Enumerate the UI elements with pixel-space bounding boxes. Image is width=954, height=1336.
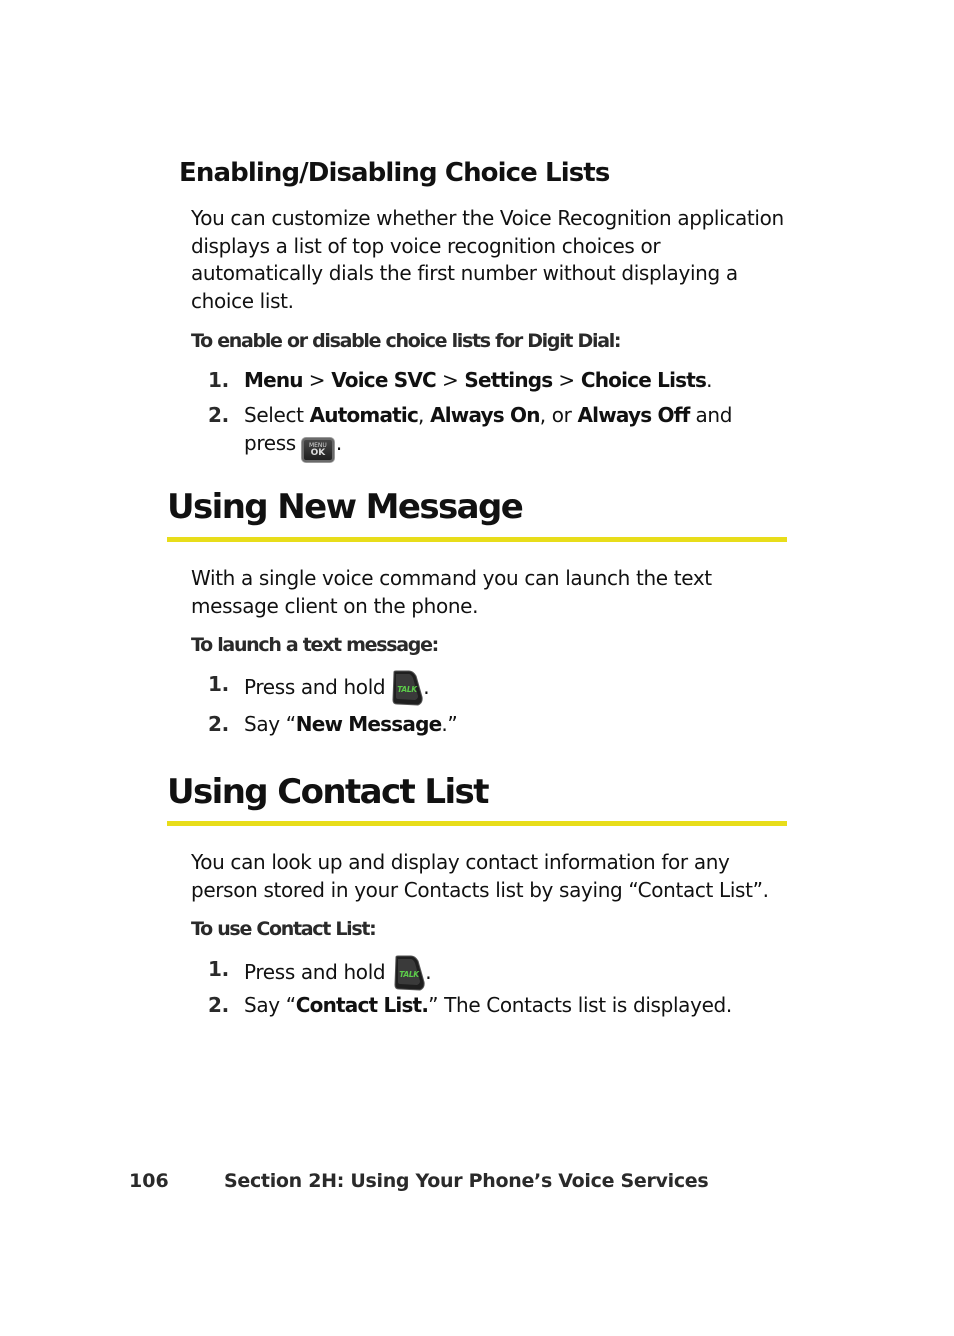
menu-path-item: Settings bbox=[464, 368, 553, 392]
contact-list-description: You can look up and display contact info… bbox=[191, 849, 801, 904]
talk-key-label: TALK bbox=[399, 970, 420, 979]
step-text: ” The Contacts list is displayed. bbox=[428, 993, 732, 1017]
heading-rule bbox=[167, 537, 787, 542]
voice-command: Contact List. bbox=[295, 993, 429, 1017]
talk-key-icon: TALK bbox=[391, 670, 423, 706]
menu-path-item: Voice SVC bbox=[331, 368, 437, 392]
paragraph-line: You can customize whether the Voice Reco… bbox=[191, 206, 784, 230]
paragraph-line: automatically dials the first number wit… bbox=[191, 261, 738, 286]
footer-section-title: Section 2H: Using Your Phone’s Voice Ser… bbox=[224, 1170, 709, 1192]
step-number: 2. bbox=[208, 403, 229, 427]
talk-key-icon: TALK bbox=[393, 955, 425, 991]
new-message-description: With a single voice command you can laun… bbox=[191, 565, 801, 620]
option-always-on: Always On bbox=[430, 403, 540, 427]
punctuation: , bbox=[418, 403, 431, 427]
step-2-select-option: 2. Select Automatic, Always On, or Always… bbox=[208, 401, 732, 462]
section-heading-contact-list: Using Contact List bbox=[167, 772, 489, 812]
path-separator: > bbox=[308, 368, 326, 392]
step-text: press bbox=[244, 431, 296, 455]
paragraph-line: displays a list of top voice recognition… bbox=[191, 233, 661, 258]
key-label: OK bbox=[310, 448, 326, 458]
procedure-title-digit-dial: To enable or disable choice lists for Di… bbox=[191, 330, 622, 352]
subsection-heading-choice-lists: Enabling/Disabling Choice Lists bbox=[179, 158, 610, 188]
step-text: and bbox=[689, 403, 733, 427]
path-separator: > bbox=[441, 368, 459, 392]
menu-ok-key-icon: MENU OK bbox=[301, 438, 334, 462]
punctuation: . bbox=[425, 960, 432, 984]
step-number: 1. bbox=[208, 957, 229, 981]
paragraph-line: With a single voice command you can laun… bbox=[191, 566, 712, 590]
page-number: 106 bbox=[129, 1170, 169, 1192]
option-always-off: Always Off bbox=[577, 403, 691, 427]
procedure-title-contact-list: To use Contact List: bbox=[191, 918, 377, 940]
paragraph-line: choice list. bbox=[191, 288, 294, 313]
choice-lists-description: You can customize whether the Voice Reco… bbox=[191, 205, 801, 315]
paragraph-line: You can look up and display contact info… bbox=[191, 850, 730, 874]
paragraph-line: person stored in your Contacts list by s… bbox=[191, 877, 769, 902]
step-1-press-talk: 1. Press and hold TALK . bbox=[208, 670, 430, 706]
step-text: .” bbox=[441, 712, 458, 736]
step-text: Press and hold bbox=[244, 960, 386, 984]
step-number: 1. bbox=[208, 672, 229, 696]
punctuation: . bbox=[706, 368, 713, 392]
menu-path-item: Choice Lists bbox=[580, 368, 707, 392]
punctuation: . bbox=[335, 431, 342, 455]
talk-key-label: TALK bbox=[397, 685, 418, 694]
procedure-title-new-message: To launch a text message: bbox=[191, 634, 439, 656]
path-separator: > bbox=[558, 368, 575, 392]
step-text: , or bbox=[539, 403, 578, 427]
step-1-menu-path: 1. Menu > Voice SVC > Settings > Choice L… bbox=[208, 366, 712, 394]
step-number: 2. bbox=[208, 712, 229, 736]
step-1-press-talk: 1. Press and hold TALK . bbox=[208, 955, 432, 991]
option-automatic: Automatic bbox=[309, 403, 419, 427]
menu-path-item: Menu bbox=[244, 368, 304, 392]
paragraph-line: message client on the phone. bbox=[191, 593, 479, 618]
step-text: Press and hold bbox=[244, 675, 386, 699]
step-2-say-contact-list: 2. Say “Contact List.” The Contacts list … bbox=[208, 991, 732, 1019]
step-text: Say “ bbox=[244, 712, 296, 736]
step-2-say-new-message: 2. Say “New Message.” bbox=[208, 710, 458, 738]
punctuation: . bbox=[423, 675, 430, 699]
step-number: 2. bbox=[208, 993, 229, 1017]
voice-command: New Message bbox=[295, 712, 442, 736]
step-text: Say “ bbox=[244, 993, 296, 1017]
step-number: 1. bbox=[208, 368, 229, 392]
section-heading-new-message: Using New Message bbox=[167, 487, 524, 527]
step-text: Select bbox=[244, 403, 310, 427]
heading-rule bbox=[167, 821, 787, 826]
